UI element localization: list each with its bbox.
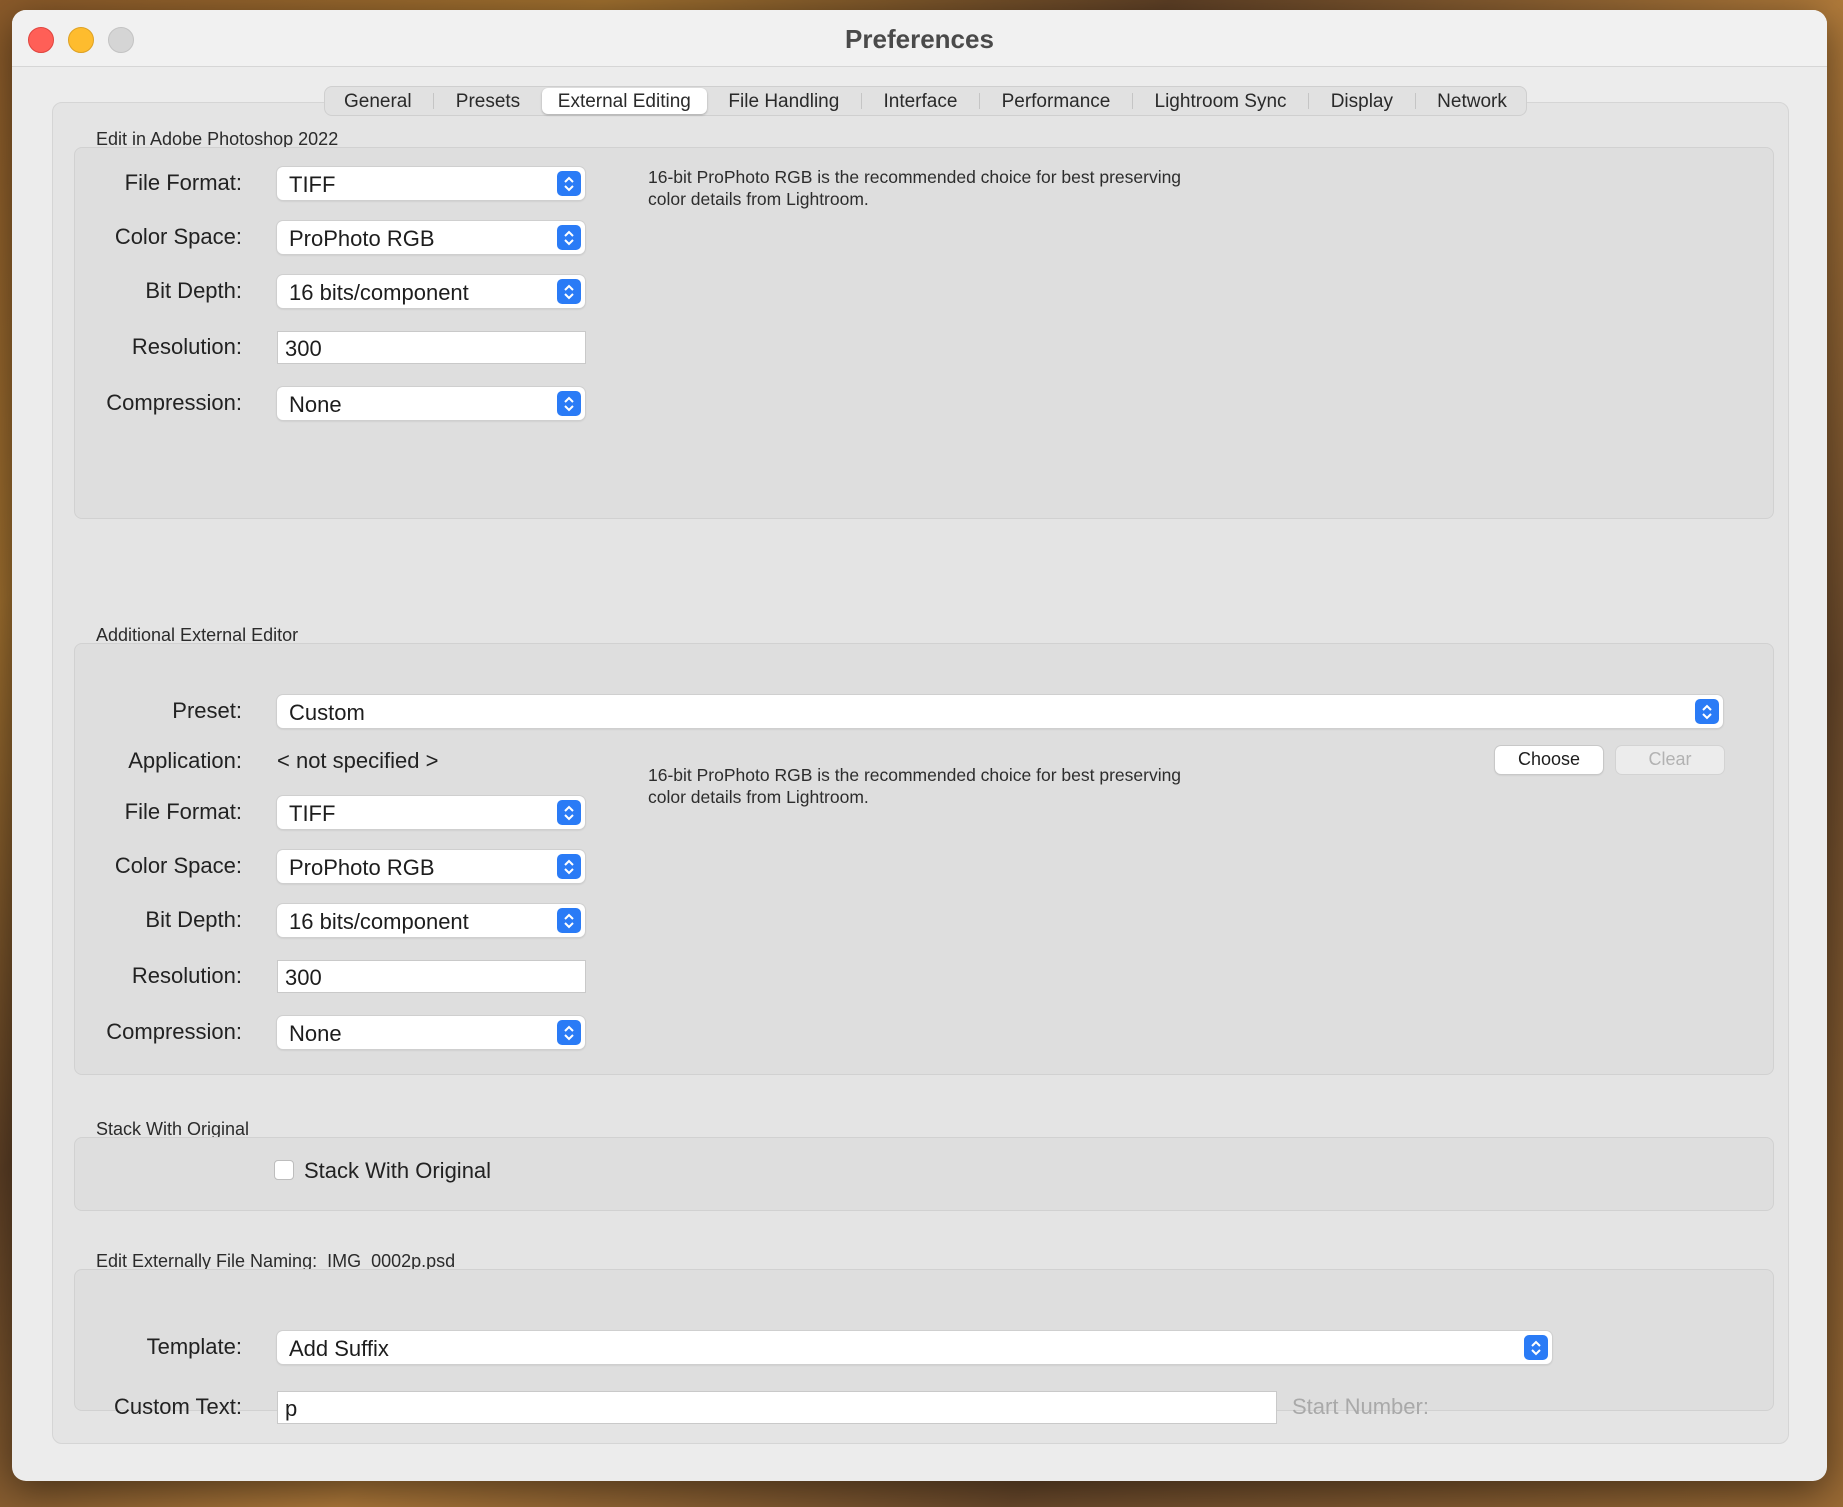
compression-label: Compression: bbox=[106, 390, 242, 415]
chevron-updown-icon bbox=[1524, 1335, 1548, 1360]
tab-interface[interactable]: Interface bbox=[867, 88, 973, 114]
preset-value: Custom bbox=[289, 700, 365, 725]
tab-external-editing[interactable]: External Editing bbox=[541, 88, 707, 114]
stack-with-original-label[interactable]: Stack With Original bbox=[304, 1158, 491, 1184]
color-space-label: Color Space: bbox=[114, 853, 242, 878]
tab-divider bbox=[1131, 93, 1133, 109]
resolution-label: Resolution: bbox=[131, 963, 242, 988]
chevron-updown-icon bbox=[557, 1020, 581, 1045]
file-format-value: TIFF bbox=[289, 172, 336, 197]
file-naming-example: IMG_0002p.psd bbox=[327, 1251, 456, 1271]
color-space-select[interactable]: ProPhoto RGB bbox=[277, 850, 585, 883]
note-line: color details from Lightroom. bbox=[648, 787, 869, 807]
color-space-value: ProPhoto RGB bbox=[289, 855, 435, 880]
file-format-select[interactable]: TIFF bbox=[277, 167, 585, 200]
chevron-updown-icon bbox=[557, 854, 581, 879]
preset-select[interactable]: Custom bbox=[277, 695, 1723, 728]
tab-presets[interactable]: Presets bbox=[440, 88, 536, 114]
compression-select[interactable]: None bbox=[277, 387, 585, 420]
custom-text-value: p bbox=[285, 1396, 298, 1421]
bit-depth-value: 16 bits/component bbox=[289, 280, 469, 305]
bit-depth-select[interactable]: 16 bits/component bbox=[277, 904, 585, 937]
bit-depth-value: 16 bits/component bbox=[289, 909, 469, 934]
file-format-label: File Format: bbox=[124, 799, 242, 824]
clear-button[interactable]: Clear bbox=[1616, 746, 1724, 774]
chevron-updown-icon bbox=[557, 800, 581, 825]
additional-recommendation-note: 16-bit ProPhoto RGB is the recommended c… bbox=[648, 764, 1348, 808]
tab-bar: General Presets External Editing File Ha… bbox=[324, 86, 1527, 116]
tab-file-handling[interactable]: File Handling bbox=[712, 88, 855, 114]
tab-divider bbox=[860, 93, 862, 109]
compression-value: None bbox=[289, 1021, 342, 1046]
photoshop-recommendation-note: 16-bit ProPhoto RGB is the recommended c… bbox=[648, 166, 1348, 210]
tab-divider bbox=[979, 93, 980, 109]
preset-label: Preset: bbox=[172, 698, 242, 723]
stack-with-original-checkbox[interactable] bbox=[274, 1160, 294, 1180]
resolution-input[interactable]: 300 bbox=[277, 960, 586, 993]
compression-label: Compression: bbox=[106, 1019, 242, 1044]
file-format-value: TIFF bbox=[289, 801, 336, 826]
tab-network[interactable]: Network bbox=[1421, 88, 1523, 114]
chevron-updown-icon bbox=[557, 279, 581, 304]
choose-button[interactable]: Choose bbox=[1495, 746, 1603, 774]
tab-divider bbox=[1414, 93, 1416, 109]
tab-lightroom-sync[interactable]: Lightroom Sync bbox=[1139, 88, 1303, 114]
resolution-label: Resolution: bbox=[131, 334, 242, 359]
application-value: < not specified > bbox=[277, 748, 439, 773]
custom-text-label: Custom Text: bbox=[114, 1394, 242, 1419]
start-number-label: Start Number: bbox=[1292, 1394, 1429, 1419]
note-line: color details from Lightroom. bbox=[648, 189, 869, 209]
compression-select[interactable]: None bbox=[277, 1016, 585, 1049]
template-label: Template: bbox=[146, 1334, 242, 1359]
tab-general[interactable]: General bbox=[328, 88, 428, 114]
chevron-updown-icon bbox=[1695, 699, 1719, 724]
chevron-updown-icon bbox=[557, 171, 581, 196]
bit-depth-select[interactable]: 16 bits/component bbox=[277, 275, 585, 308]
tab-divider bbox=[433, 93, 435, 109]
color-space-select[interactable]: ProPhoto RGB bbox=[277, 221, 585, 254]
bit-depth-label: Bit Depth: bbox=[145, 907, 242, 932]
application-label: Application: bbox=[128, 748, 242, 773]
bit-depth-label: Bit Depth: bbox=[145, 278, 242, 303]
color-space-label: Color Space: bbox=[114, 224, 242, 249]
color-space-value: ProPhoto RGB bbox=[289, 226, 435, 251]
resolution-value: 300 bbox=[285, 965, 322, 990]
resolution-value: 300 bbox=[285, 336, 322, 361]
compression-value: None bbox=[289, 392, 342, 417]
resolution-input[interactable]: 300 bbox=[277, 331, 586, 364]
window-title: Preferences bbox=[845, 24, 994, 54]
chevron-updown-icon bbox=[557, 225, 581, 250]
template-select[interactable]: Add Suffix bbox=[277, 1331, 1552, 1364]
title-bar[interactable]: Preferences bbox=[12, 10, 1827, 67]
template-value: Add Suffix bbox=[289, 1336, 389, 1361]
note-line: 16-bit ProPhoto RGB is the recommended c… bbox=[648, 765, 1182, 785]
file-format-label: File Format: bbox=[124, 170, 242, 195]
chevron-updown-icon bbox=[557, 391, 581, 416]
file-format-select[interactable]: TIFF bbox=[277, 796, 585, 829]
tab-display[interactable]: Display bbox=[1315, 88, 1409, 114]
note-line: 16-bit ProPhoto RGB is the recommended c… bbox=[648, 167, 1182, 187]
file-naming-label: Edit Externally File Naming: bbox=[96, 1251, 318, 1271]
chevron-updown-icon bbox=[557, 908, 581, 933]
custom-text-input[interactable]: p bbox=[277, 1391, 1277, 1424]
tab-divider bbox=[1308, 93, 1310, 109]
tab-performance[interactable]: Performance bbox=[986, 88, 1127, 114]
preferences-window: Preferences General Presets External Edi… bbox=[12, 10, 1827, 1481]
